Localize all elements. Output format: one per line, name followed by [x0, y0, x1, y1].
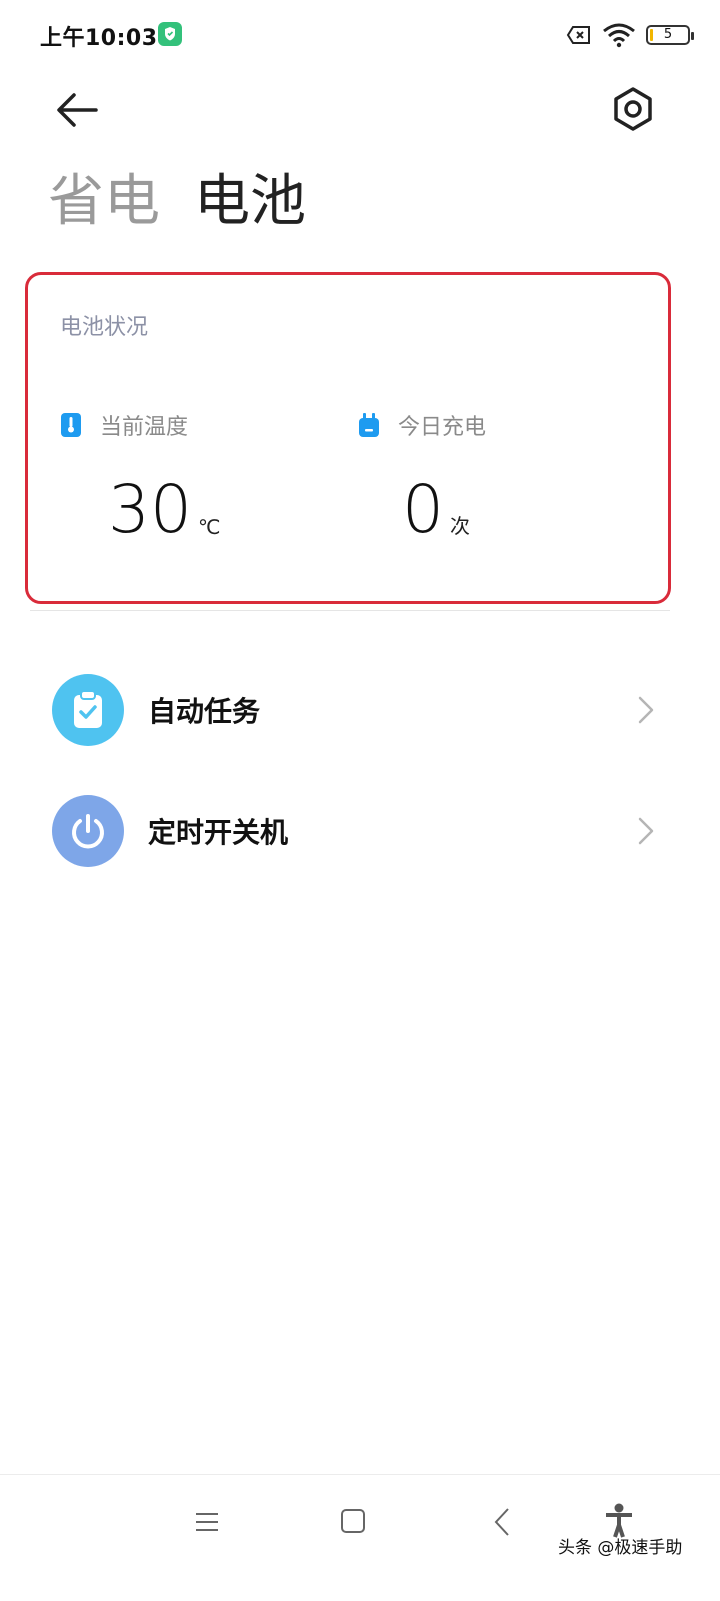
temperature-label: 当前温度: [100, 415, 189, 440]
menu-icon[interactable]: [194, 1511, 220, 1533]
menu-item-auto-tasks[interactable]: 自动任务: [0, 660, 720, 760]
top-bar: [0, 70, 720, 150]
home-button[interactable]: [341, 1509, 365, 1533]
chevron-right-icon: [638, 817, 654, 845]
card-title: 电池状况: [60, 315, 149, 340]
back-icon[interactable]: [493, 1507, 511, 1537]
wifi-icon: [603, 23, 635, 48]
chevron-right-icon: [638, 696, 654, 724]
tab-bar: 省电 电池: [48, 162, 306, 242]
charge-count-unit: 次: [450, 514, 470, 538]
watermark: 头条 @极速手助: [558, 1538, 683, 1558]
divider: [30, 610, 670, 611]
thermometer-icon: [61, 413, 81, 437]
arrow-left-icon[interactable]: [50, 82, 106, 138]
status-bar: 上午10:03 5: [0, 0, 720, 70]
battery-status-card: 电池状况 当前温度 30 ℃ 今日充电 0 次: [25, 272, 671, 604]
menu-item-scheduled-power[interactable]: 定时开关机: [0, 781, 720, 881]
charge-count-stat: 今日充电 0 次: [358, 409, 487, 545]
menu-item-label: 自动任务: [148, 695, 261, 728]
navigation-bar: 头条 @极速手助: [0, 1474, 720, 1601]
hexagon-gear-icon[interactable]: [608, 84, 658, 134]
tab-battery[interactable]: 电池: [194, 162, 306, 242]
shield-icon: [158, 22, 182, 46]
sim-off-icon: [566, 26, 590, 44]
status-time: 上午10:03: [40, 26, 158, 51]
clipboard-check-icon: [52, 674, 124, 746]
power-icon: [52, 795, 124, 867]
charge-count-label: 今日充电: [398, 415, 487, 440]
temperature-stat: 当前温度 30 ℃: [60, 409, 220, 545]
battery-level: 5: [663, 27, 673, 42]
plug-icon: [359, 413, 379, 437]
status-icons: 5: [566, 20, 694, 50]
tab-power-saving[interactable]: 省电: [48, 162, 160, 242]
temperature-unit: ℃: [197, 515, 221, 539]
charge-count-value: 0: [402, 471, 444, 548]
menu-item-label: 定时开关机: [148, 816, 289, 849]
temperature-value: 30: [108, 471, 192, 548]
battery-icon: 5: [646, 25, 694, 45]
